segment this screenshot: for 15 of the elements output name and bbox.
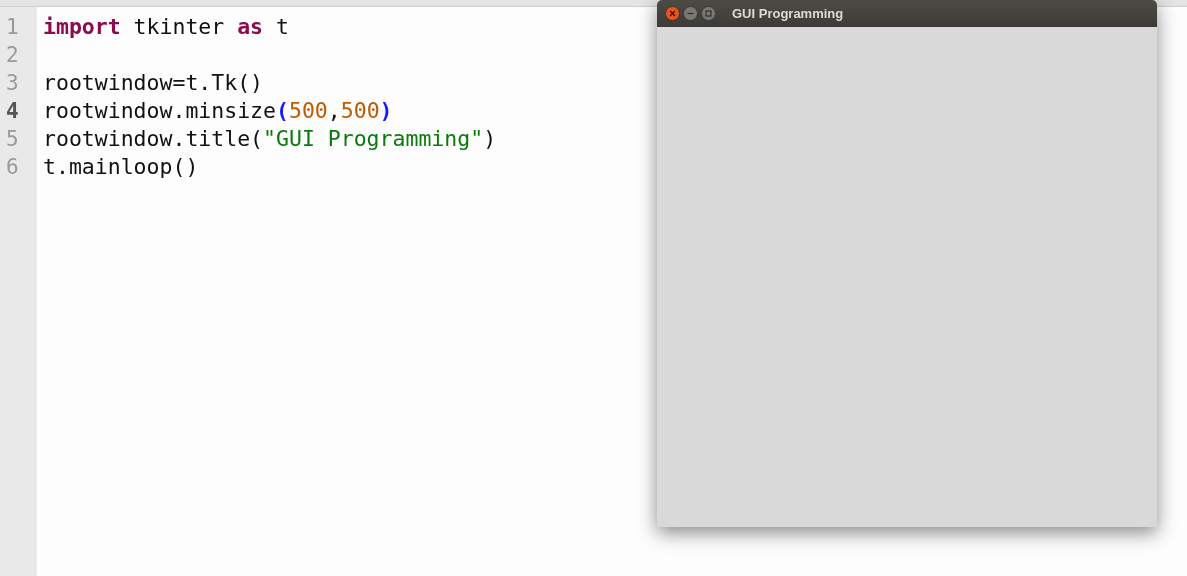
line-number: 5 [5, 126, 20, 153]
line-number: 3 [5, 70, 20, 97]
code-line: rootwindow=t.Tk() [43, 70, 264, 95]
line-number: 2 [5, 42, 20, 69]
line-number: 1 [5, 14, 20, 41]
code-line: import tkinter as t [43, 14, 289, 39]
code-line: rootwindow.minsize(500,500) [43, 98, 393, 123]
maximize-icon[interactable] [701, 6, 716, 21]
close-icon[interactable] [665, 6, 680, 21]
line-number: 6 [5, 154, 20, 181]
minimize-icon[interactable] [683, 6, 698, 21]
code-line: rootwindow.title("GUI Programming") [43, 126, 497, 151]
window-title: GUI Programming [732, 4, 844, 23]
code-line: t.mainloop() [43, 154, 199, 179]
line-number: 4 [5, 98, 20, 125]
